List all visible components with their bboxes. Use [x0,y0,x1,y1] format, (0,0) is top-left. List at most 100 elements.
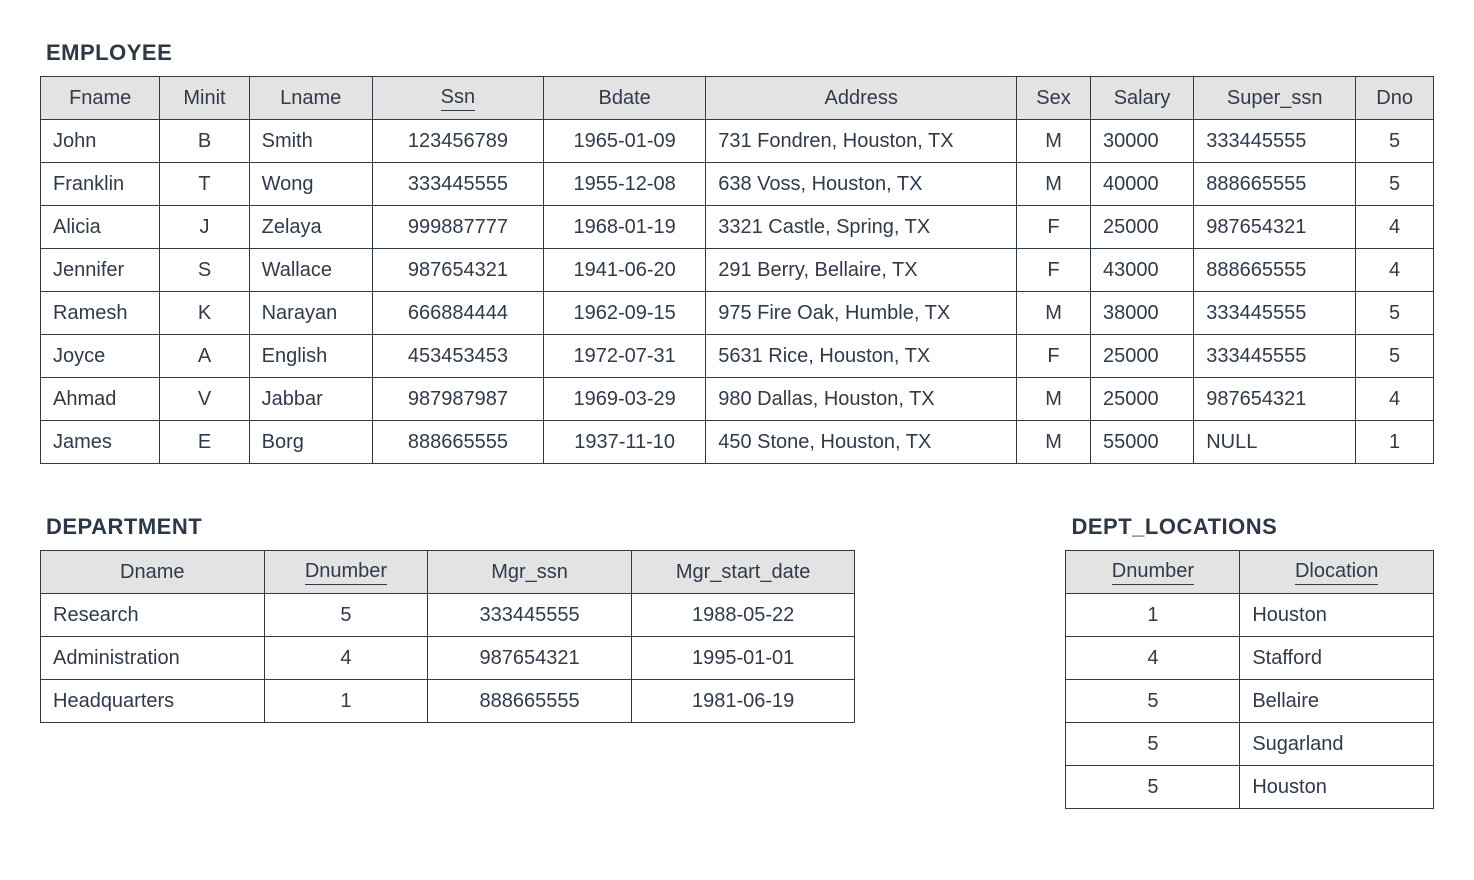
table-cell: M [1017,292,1091,335]
table-cell: Narayan [249,292,372,335]
employee-col-ssn: Ssn [372,77,543,120]
table-cell: 980 Dallas, Houston, TX [706,378,1017,421]
department-col-mgr_start_date: Mgr_start_date [631,551,855,594]
table-cell: English [249,335,372,378]
table-cell: 666884444 [372,292,543,335]
department-col-dnumber: Dnumber [264,551,428,594]
employee-body: JohnBSmith1234567891965-01-09731 Fondren… [41,120,1434,464]
table-cell: M [1017,378,1091,421]
dept_locations-col-dnumber: Dnumber [1066,551,1240,594]
table-cell: 1941-06-20 [544,249,706,292]
table-cell: 5 [1356,335,1434,378]
dept_locations-col-dlocation: Dlocation [1240,551,1434,594]
employee-col-lname: Lname [249,77,372,120]
table-cell: 1937-11-10 [544,421,706,464]
department-section: DEPARTMENT DnameDnumberMgr_ssnMgr_start_… [40,504,855,723]
table-row: JamesEBorg8886655551937-11-10450 Stone, … [41,421,1434,464]
table-cell: 987654321 [1194,378,1356,421]
table-cell: 888665555 [1194,249,1356,292]
table-cell: 453453453 [372,335,543,378]
table-cell: 987654321 [372,249,543,292]
table-cell: Sugarland [1240,723,1434,766]
employee-col-fname: Fname [41,77,160,120]
table-cell: 4 [1066,637,1240,680]
table-cell: 1955-12-08 [544,163,706,206]
table-cell: 5 [264,594,428,637]
dept-locations-section: DEPT_LOCATIONS DnumberDlocation 1Houston… [1065,504,1434,809]
table-cell: 5631 Rice, Houston, TX [706,335,1017,378]
table-cell: 4 [1356,206,1434,249]
table-cell: 25000 [1090,335,1193,378]
table-cell: 975 Fire Oak, Humble, TX [706,292,1017,335]
table-row: FranklinTWong3334455551955-12-08638 Voss… [41,163,1434,206]
table-cell: 450 Stone, Houston, TX [706,421,1017,464]
table-row: AliciaJZelaya9998877771968-01-193321 Cas… [41,206,1434,249]
table-cell: 1972-07-31 [544,335,706,378]
employee-col-minit: Minit [160,77,249,120]
table-cell: Borg [249,421,372,464]
department-title: DEPARTMENT [46,514,855,540]
table-cell: 1 [264,680,428,723]
table-cell: 1981-06-19 [631,680,855,723]
table-row: 4Stafford [1066,637,1434,680]
dept-locations-header-row: DnumberDlocation [1066,551,1434,594]
department-col-dname: Dname [41,551,265,594]
employee-header-row: FnameMinitLnameSsnBdateAddressSexSalaryS… [41,77,1434,120]
table-cell: James [41,421,160,464]
table-cell: 987654321 [428,637,631,680]
employee-col-address: Address [706,77,1017,120]
table-cell: 999887777 [372,206,543,249]
table-row: 1Houston [1066,594,1434,637]
employee-table: FnameMinitLnameSsnBdateAddressSexSalaryS… [40,76,1434,464]
table-cell: B [160,120,249,163]
table-cell: M [1017,421,1091,464]
table-cell: 1 [1066,594,1240,637]
table-row: 5Sugarland [1066,723,1434,766]
table-cell: 25000 [1090,206,1193,249]
table-cell: Headquarters [41,680,265,723]
table-cell: 5 [1356,120,1434,163]
table-cell: 4 [1356,378,1434,421]
employee-col-bdate: Bdate [544,77,706,120]
table-cell: 1965-01-09 [544,120,706,163]
table-cell: V [160,378,249,421]
table-cell: 5 [1066,680,1240,723]
table-cell: J [160,206,249,249]
table-cell: Stafford [1240,637,1434,680]
table-cell: 888665555 [428,680,631,723]
dept-locations-table: DnumberDlocation 1Houston4Stafford5Bella… [1065,550,1434,809]
table-row: JenniferSWallace9876543211941-06-20291 B… [41,249,1434,292]
table-cell: Wallace [249,249,372,292]
table-row: RameshKNarayan6668844441962-09-15975 Fir… [41,292,1434,335]
table-cell: 987654321 [1194,206,1356,249]
table-row: Research53334455551988-05-22 [41,594,855,637]
table-cell: 55000 [1090,421,1193,464]
table-cell: 333445555 [1194,292,1356,335]
table-cell: 30000 [1090,120,1193,163]
table-cell: Jabbar [249,378,372,421]
table-cell: 1988-05-22 [631,594,855,637]
table-cell: K [160,292,249,335]
table-cell: 43000 [1090,249,1193,292]
dept-locations-body: 1Houston4Stafford5Bellaire5Sugarland5Hou… [1066,594,1434,809]
employee-title: EMPLOYEE [46,40,1434,66]
table-row: JohnBSmith1234567891965-01-09731 Fondren… [41,120,1434,163]
table-cell: 3321 Castle, Spring, TX [706,206,1017,249]
table-row: Administration49876543211995-01-01 [41,637,855,680]
table-row: JoyceAEnglish4534534531972-07-315631 Ric… [41,335,1434,378]
table-cell: 5 [1066,723,1240,766]
table-cell: F [1017,335,1091,378]
table-cell: 333445555 [372,163,543,206]
table-cell: 5 [1356,163,1434,206]
table-cell: 1968-01-19 [544,206,706,249]
table-cell: E [160,421,249,464]
table-cell: 888665555 [1194,163,1356,206]
table-cell: A [160,335,249,378]
table-cell: Smith [249,120,372,163]
table-row: Headquarters18886655551981-06-19 [41,680,855,723]
table-cell: Zelaya [249,206,372,249]
table-cell: Wong [249,163,372,206]
department-table: DnameDnumberMgr_ssnMgr_start_date Resear… [40,550,855,723]
table-cell: Ramesh [41,292,160,335]
table-cell: 123456789 [372,120,543,163]
